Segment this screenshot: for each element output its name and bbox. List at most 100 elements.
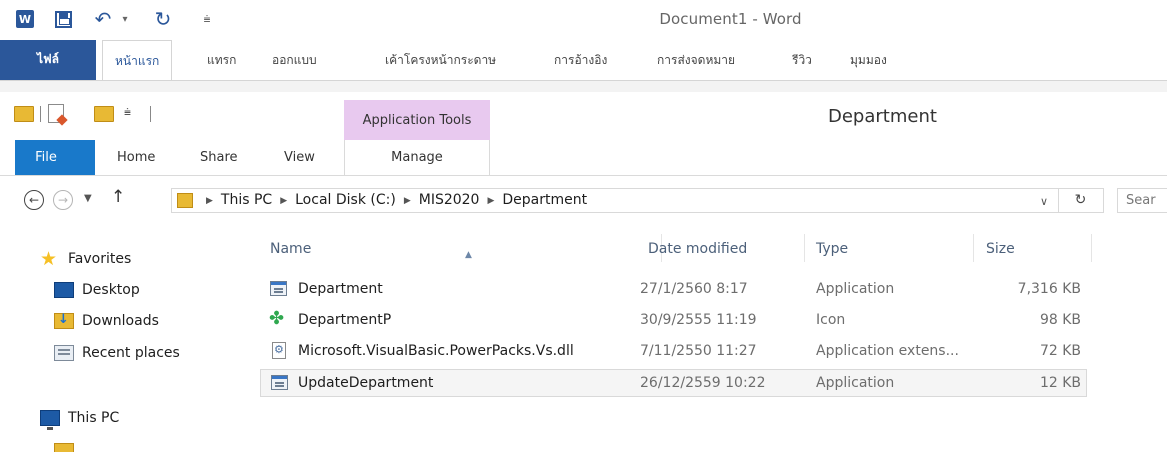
application-icon	[270, 281, 287, 296]
column-divider[interactable]	[804, 234, 805, 262]
tab-manage-label: Manage	[391, 150, 443, 165]
column-header-type-label: Type	[816, 241, 849, 257]
folder-icon	[54, 443, 74, 452]
back-arrow-icon: ←	[28, 193, 40, 207]
address-bar[interactable]: ▶ This PC ▶ Local Disk (C:) ▶ MIS2020 ▶ Departm…	[171, 188, 1104, 213]
column-header-size[interactable]: Size	[986, 224, 1086, 264]
column-divider[interactable]	[1091, 234, 1092, 262]
word-tab-mailings[interactable]: การส่งจดหมาย	[657, 42, 735, 78]
word-tab-design[interactable]: ออกแบบ	[272, 42, 317, 78]
sort-ascending-icon: ▲	[465, 250, 472, 260]
word-title-bar: W ↶ ▾ ↻ ⩧ Document1 - Word	[0, 0, 1167, 40]
application-icon	[271, 375, 288, 390]
address-history-dropdown-icon[interactable]: ∨	[1040, 195, 1048, 208]
word-tab-review[interactable]: รีวิว	[792, 42, 812, 78]
file-name: Microsoft.VisualBasic.PowerPacks.Vs.dll	[298, 343, 574, 359]
file-type: Application extens...	[816, 343, 959, 359]
file-row[interactable]: ✤ DepartmentP 30/9/2555 11:19 Icon 98 KB	[260, 307, 1087, 335]
word-tab-file[interactable]: ไฟล์	[0, 40, 96, 80]
forward-button[interactable]: →	[53, 190, 73, 210]
recent-places-icon	[54, 345, 74, 361]
back-button[interactable]: ←	[24, 190, 44, 210]
file-name: UpdateDepartment	[298, 375, 434, 391]
forward-arrow-icon: →	[57, 193, 69, 207]
star-icon: ★	[40, 248, 58, 270]
file-size: 98 KB	[1039, 312, 1081, 328]
nav-this-pc-label: This PC	[68, 410, 120, 426]
nav-recent-places[interactable]: Recent places	[54, 342, 180, 364]
customize-toolbar-icon[interactable]: ⩧	[124, 105, 131, 120]
word-ribbon-tabs: ไฟล์ หน้าแรก แทรก ออกแบบ เค้าโครงหน้ากระ…	[0, 40, 1167, 80]
word-tab-home[interactable]: หน้าแรก	[102, 40, 173, 80]
breadcrumb-chevron-icon[interactable]: ▶	[487, 196, 494, 206]
file-size: 7,316 KB	[1017, 281, 1081, 297]
file-list: Name ▲ Date modified Type Size Departmen…	[250, 224, 1167, 452]
tab-file[interactable]: File	[15, 140, 95, 175]
search-placeholder: Sear	[1126, 193, 1156, 208]
properties-icon[interactable]	[48, 104, 64, 123]
breadcrumb-department[interactable]: Department	[502, 192, 587, 208]
nav-downloads[interactable]: Downloads	[54, 310, 159, 332]
explorer-window-title: Department	[828, 106, 937, 127]
file-date: 30/9/2555 11:19	[640, 312, 757, 328]
navigation-pane: ★ Favorites Desktop Downloads Recent pla…	[0, 224, 250, 452]
recent-locations-dropdown-icon[interactable]: ▼	[84, 193, 92, 204]
breadcrumb-local-disk[interactable]: Local Disk (C:)	[295, 192, 396, 208]
tab-home[interactable]: Home	[117, 140, 155, 176]
tab-share[interactable]: Share	[200, 140, 238, 176]
tab-view[interactable]: View	[284, 140, 315, 176]
screen: W ↶ ▾ ↻ ⩧ Document1 - Word ไฟล์ หน้าแรก …	[0, 0, 1167, 452]
breadcrumb-chevron-icon[interactable]: ▶	[280, 196, 287, 206]
file-type: Application	[816, 375, 895, 391]
desktop-icon	[54, 282, 74, 298]
file-size: 72 KB	[1039, 343, 1081, 359]
column-header-name[interactable]: Name ▲	[270, 224, 660, 264]
file-type: Application	[816, 281, 895, 297]
clover-icon: ✤	[269, 308, 285, 329]
dll-icon	[272, 342, 286, 359]
file-type: Icon	[816, 312, 846, 328]
file-row[interactable]: Department 27/1/2560 8:17 Application 7,…	[260, 276, 1087, 304]
nav-recent-places-label: Recent places	[82, 345, 180, 361]
explorer-title-bar: ⩧ Application Tools Department	[0, 92, 1167, 140]
computer-icon	[40, 410, 60, 430]
nav-favorites[interactable]: ★ Favorites	[40, 248, 131, 270]
nav-favorites-label: Favorites	[68, 251, 132, 267]
column-header-date-label: Date modified	[648, 241, 748, 257]
nav-downloads-label: Downloads	[82, 313, 159, 329]
nav-desktop-label: Desktop	[82, 282, 140, 298]
file-date: 26/12/2559 10:22	[640, 375, 766, 391]
explorer-window: ⩧ Application Tools Department File Home…	[0, 92, 1167, 452]
new-folder-icon[interactable]	[94, 106, 114, 122]
word-tab-view[interactable]: มุมมอง	[850, 42, 887, 78]
toolbar-separator	[40, 106, 41, 122]
word-tab-insert[interactable]: แทรก	[207, 42, 236, 78]
nav-desktop[interactable]: Desktop	[54, 279, 140, 301]
address-folder-icon	[177, 193, 193, 208]
word-tab-layout[interactable]: เค้าโครงหน้ากระดาษ	[385, 42, 496, 78]
file-row[interactable]: Microsoft.VisualBasic.PowerPacks.Vs.dll …	[260, 338, 1087, 366]
breadcrumb-this-pc[interactable]: This PC	[221, 192, 272, 208]
file-name: Department	[298, 281, 383, 297]
file-date: 7/11/2550 11:27	[640, 343, 757, 359]
column-header-size-label: Size	[986, 241, 1015, 257]
breadcrumb-mis2020[interactable]: MIS2020	[419, 192, 480, 208]
file-size: 12 KB	[1039, 375, 1081, 391]
breadcrumb-chevron-icon[interactable]: ▶	[206, 196, 213, 206]
up-one-level-icon[interactable]: ↑	[111, 187, 125, 207]
column-divider[interactable]	[973, 234, 974, 262]
refresh-icon[interactable]: ↻	[1058, 189, 1102, 212]
file-name: DepartmentP	[298, 312, 392, 328]
file-row-selected[interactable]: UpdateDepartment 26/12/2559 10:22 Applic…	[260, 369, 1087, 397]
search-input[interactable]: Sear	[1117, 188, 1167, 213]
word-tab-references[interactable]: การอ้างอิง	[554, 42, 607, 78]
column-header-date[interactable]: Date modified	[648, 224, 788, 264]
column-header-name-label: Name	[270, 241, 312, 257]
column-header-type[interactable]: Type	[816, 224, 956, 264]
folder-icon[interactable]	[14, 106, 34, 122]
tab-manage[interactable]: Manage	[344, 140, 490, 176]
application-tools-label: Application Tools	[344, 100, 490, 140]
nav-this-pc[interactable]: This PC	[40, 407, 120, 430]
nav-partial-item[interactable]	[54, 440, 82, 452]
breadcrumb-chevron-icon[interactable]: ▶	[404, 196, 411, 206]
